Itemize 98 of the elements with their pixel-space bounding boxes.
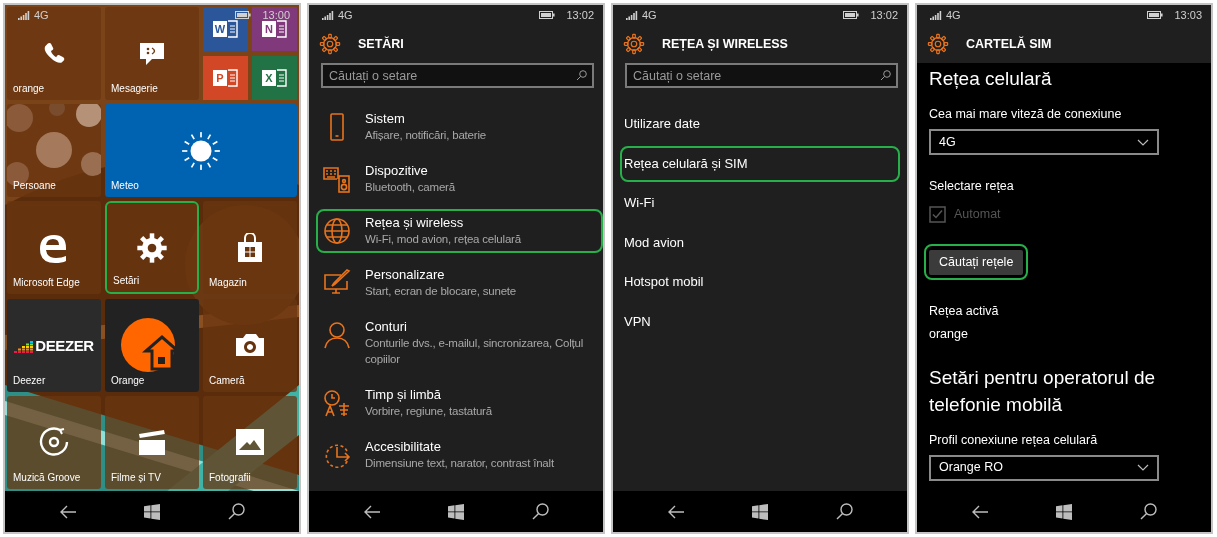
chevron-icon: [1137, 138, 1149, 146]
app-tile[interactable]: Muzică Groove: [7, 395, 101, 489]
settings-item[interactable]: Personalizare Start, ecran de blocare, sunete: [316, 261, 603, 305]
field-label: Selectare rețea: [929, 178, 1015, 194]
windows-icon[interactable]: [144, 503, 161, 520]
field-label: Cea mai mare viteză de conexiune: [929, 106, 1123, 122]
settings-item[interactable]: Sistem Afișare, notificări, baterie: [316, 105, 603, 149]
app-tile[interactable]: DEEZER Deezer: [7, 298, 101, 392]
settings-icon: [319, 33, 341, 55]
dropdown[interactable]: 4G: [929, 129, 1159, 155]
search-icon[interactable]: [228, 503, 246, 520]
search-icon: [880, 70, 891, 81]
app-tile[interactable]: Mesagerie: [105, 7, 199, 100]
gear-icon: [136, 231, 168, 264]
dropdown[interactable]: Orange RO: [929, 454, 1159, 481]
equalizer-icon: [14, 338, 34, 353]
settings-item[interactable]: Accesibilitate Dimensiune text, narator, contrast înalt: [316, 433, 603, 477]
clapperboard-icon: [137, 428, 167, 457]
chat-icon: [138, 40, 166, 67]
page-title: REȚEA ȘI WIRELESS: [662, 35, 788, 53]
sun-icon: [180, 129, 222, 172]
search-icon: [576, 70, 587, 81]
settings-item[interactable]: Conturi Conturile dvs., e-mailul, sincronizarea, Colțul copiilor: [316, 313, 603, 373]
signal-icon: [626, 10, 638, 20]
battery-icon: [235, 11, 253, 19]
search-icon[interactable]: [836, 503, 854, 520]
signal-icon: [930, 10, 942, 20]
settings-item[interactable]: Timp și limbă Vorbire, regiune, tastatură: [316, 381, 603, 425]
deezer-logo: DEEZER: [35, 337, 94, 353]
app-tile[interactable]: P: [203, 55, 248, 100]
back-icon[interactable]: [666, 504, 685, 519]
app-tile[interactable]: Orange: [105, 298, 199, 392]
signal-icon: [322, 10, 334, 20]
app-tile[interactable]: Microsoft Edge: [7, 201, 101, 295]
shopping-bag-icon: [236, 232, 264, 263]
document-icon: [228, 67, 238, 88]
settings-item[interactable]: Utilizare date: [620, 106, 900, 142]
document-icon: [228, 19, 238, 39]
document-icon: [277, 19, 287, 39]
settings-item[interactable]: Dispozitive Bluetooth, cameră: [316, 157, 603, 201]
page-title: CARTELĂ SIM: [966, 35, 1052, 53]
field-label: Rețea activă: [929, 302, 1000, 319]
disc-icon: [38, 426, 70, 459]
search-field[interactable]: Căutați o setare: [625, 63, 898, 88]
app-tile[interactable]: W: [203, 7, 248, 51]
app-tile[interactable]: Persoane: [7, 104, 101, 198]
settings-icon: [623, 33, 645, 55]
monitor-brush-icon: [323, 269, 351, 297]
settings-item[interactable]: Wi-Fi: [620, 185, 900, 221]
chevron-icon: [1137, 464, 1149, 472]
settings-item[interactable]: VPN: [620, 303, 900, 340]
clock-language-icon: [323, 389, 351, 417]
network-label: 4G: [946, 7, 961, 23]
network-label: 4G: [338, 7, 353, 23]
page-title: SETĂRI: [358, 35, 404, 53]
globe-icon: [323, 217, 351, 245]
settings-item[interactable]: Hotspot mobil: [620, 264, 900, 300]
field-value: orange: [929, 325, 969, 342]
document-icon: [277, 67, 287, 88]
search-field[interactable]: Căutați o setare: [321, 63, 594, 88]
windows-icon[interactable]: [448, 503, 465, 520]
clock-time: 13:02: [870, 7, 898, 23]
back-icon[interactable]: [362, 504, 381, 519]
checkbox-label: Automat: [954, 206, 1001, 223]
back-icon[interactable]: [58, 504, 77, 519]
devices-icon: [323, 165, 351, 193]
person-icon: [323, 321, 351, 349]
back-icon[interactable]: [970, 504, 989, 519]
app-tile[interactable]: Fotografii: [203, 395, 297, 489]
signal-icon: [18, 10, 30, 20]
settings-item[interactable]: Rețea și wireless Wi-Fi, mod avion, rețea celulară: [316, 209, 603, 253]
clock-time: 13:00: [262, 7, 290, 23]
app-tile[interactable]: Setări: [105, 201, 199, 295]
section-heading: Setări pentru operatorul de telefonie mobilă: [929, 365, 1157, 417]
settings-item[interactable]: Mod avion: [620, 224, 900, 261]
windows-icon[interactable]: [752, 503, 769, 520]
field-label: Profil conexiune rețea celulară: [929, 431, 1099, 448]
accessibility-icon: [323, 441, 351, 469]
battery-icon: [539, 11, 557, 19]
clock-time: 13:03: [1174, 7, 1202, 23]
network-label: 4G: [642, 7, 657, 23]
search-icon[interactable]: [532, 503, 550, 520]
photo-icon: [235, 428, 265, 457]
app-tile[interactable]: Meteo: [105, 104, 297, 198]
network-label: 4G: [34, 7, 49, 23]
settings-item[interactable]: Rețea celulară și SIM: [620, 145, 900, 182]
camera-icon: [234, 332, 266, 359]
battery-icon: [1147, 11, 1165, 19]
app-tile[interactable]: X: [252, 55, 297, 100]
app-tile[interactable]: Filme și TV: [105, 395, 199, 489]
search-icon[interactable]: [1140, 503, 1158, 520]
clock-time: 13:02: [566, 7, 594, 23]
search-networks-button[interactable]: Căutați rețele: [929, 249, 1024, 275]
windows-icon[interactable]: [1056, 503, 1073, 520]
section-heading: Rețea celulară: [929, 67, 1053, 91]
battery-icon: [843, 11, 861, 19]
app-tile[interactable]: Cameră: [203, 298, 297, 392]
settings-icon: [927, 33, 949, 55]
